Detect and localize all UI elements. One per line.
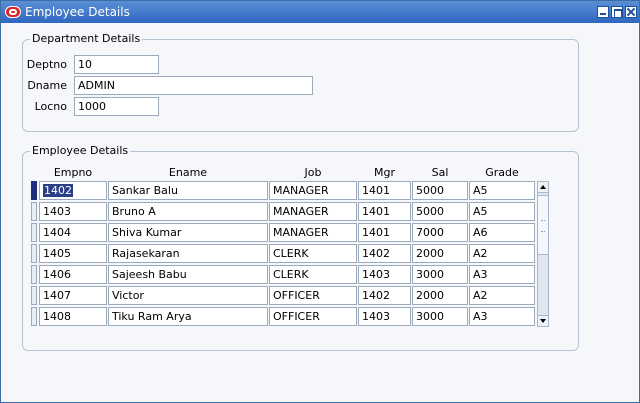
ename-cell[interactable]: Sajeesh Babu <box>108 265 268 284</box>
mgr-cell[interactable]: 1402 <box>358 286 411 305</box>
record-indicator[interactable] <box>31 286 37 305</box>
job-cell[interactable]: CLERK <box>269 244 357 263</box>
deptno-label: Deptno <box>26 58 67 71</box>
sal-cell[interactable]: 3000 <box>412 307 468 326</box>
record-indicator[interactable] <box>31 265 37 284</box>
record-indicator[interactable] <box>31 244 37 263</box>
sal-cell[interactable]: 5000 <box>412 202 468 221</box>
job-cell[interactable]: MANAGER <box>269 223 357 242</box>
column-header-job: Job <box>304 166 322 179</box>
dname-label: Dname <box>27 79 67 92</box>
deptno-field[interactable]: 10 <box>74 55 159 74</box>
column-header-grade: Grade <box>485 166 519 179</box>
record-indicator[interactable] <box>31 181 37 200</box>
mgr-cell[interactable]: 1402 <box>358 244 411 263</box>
grade-cell[interactable]: A6 <box>469 223 535 242</box>
scroll-up-arrow-icon[interactable] <box>538 182 548 193</box>
ename-cell[interactable]: Victor <box>108 286 268 305</box>
empno-cell[interactable]: 1402 <box>39 181 107 200</box>
oracle-app-icon[interactable] <box>5 6 21 18</box>
scroll-thumb[interactable] <box>538 195 548 255</box>
ename-cell[interactable]: Sankar Balu <box>108 181 268 200</box>
window-title: Employee Details <box>25 5 130 19</box>
scroll-down-arrow-icon[interactable] <box>538 315 548 326</box>
ename-cell[interactable]: Shiva Kumar <box>108 223 268 242</box>
grade-cell[interactable]: A5 <box>469 181 535 200</box>
department-group-title: Department Details <box>30 32 143 45</box>
sal-cell[interactable]: 2000 <box>412 244 468 263</box>
column-header-sal: Sal <box>431 166 449 179</box>
grade-cell[interactable]: A3 <box>469 265 535 284</box>
column-header-mgr: Mgr <box>374 166 395 179</box>
empno-cell[interactable]: 1405 <box>39 244 107 263</box>
column-header-ename: Ename <box>168 166 208 179</box>
sal-cell[interactable]: 2000 <box>412 286 468 305</box>
employee-group-title: Employee Details <box>30 144 131 157</box>
grade-cell[interactable]: A5 <box>469 202 535 221</box>
record-indicator[interactable] <box>31 223 37 242</box>
maximize-icon[interactable] <box>611 6 623 18</box>
job-cell[interactable]: MANAGER <box>269 181 357 200</box>
job-cell[interactable]: MANAGER <box>269 202 357 221</box>
mgr-cell[interactable]: 1401 <box>358 223 411 242</box>
ename-cell[interactable]: Rajasekaran <box>108 244 268 263</box>
job-cell[interactable]: CLERK <box>269 265 357 284</box>
column-header-empno: Empno <box>53 166 93 179</box>
sal-cell[interactable]: 7000 <box>412 223 468 242</box>
close-icon[interactable] <box>625 6 637 18</box>
grade-cell[interactable]: A3 <box>469 307 535 326</box>
job-cell[interactable]: OFFICER <box>269 286 357 305</box>
sal-cell[interactable]: 3000 <box>412 265 468 284</box>
job-cell[interactable]: OFFICER <box>269 307 357 326</box>
record-indicator[interactable] <box>31 202 37 221</box>
dname-field[interactable]: ADMIN <box>74 76 313 95</box>
ename-cell[interactable]: Tiku Ram Arya <box>108 307 268 326</box>
mgr-cell[interactable]: 1401 <box>358 181 411 200</box>
grade-cell[interactable]: A2 <box>469 244 535 263</box>
empno-selected-text: 1402 <box>43 184 73 197</box>
title-bar[interactable]: Employee Details <box>1 1 639 23</box>
ename-cell[interactable]: Bruno A <box>108 202 268 221</box>
minimize-icon[interactable] <box>597 6 609 18</box>
empno-cell[interactable]: 1404 <box>39 223 107 242</box>
locno-field[interactable]: 1000 <box>74 97 159 116</box>
mgr-cell[interactable]: 1401 <box>358 202 411 221</box>
grade-cell[interactable]: A2 <box>469 286 535 305</box>
record-indicator[interactable] <box>31 307 37 326</box>
employee-details-window: Employee Details Department Details Dept… <box>0 0 640 403</box>
empno-cell[interactable]: 1408 <box>39 307 107 326</box>
sal-cell[interactable]: 5000 <box>412 181 468 200</box>
empno-cell[interactable]: 1403 <box>39 202 107 221</box>
empno-cell[interactable]: 1406 <box>39 265 107 284</box>
mgr-cell[interactable]: 1403 <box>358 307 411 326</box>
empno-cell[interactable]: 1407 <box>39 286 107 305</box>
records-scrollbar[interactable] <box>537 181 549 327</box>
mgr-cell[interactable]: 1403 <box>358 265 411 284</box>
locno-label: Locno <box>34 100 67 113</box>
